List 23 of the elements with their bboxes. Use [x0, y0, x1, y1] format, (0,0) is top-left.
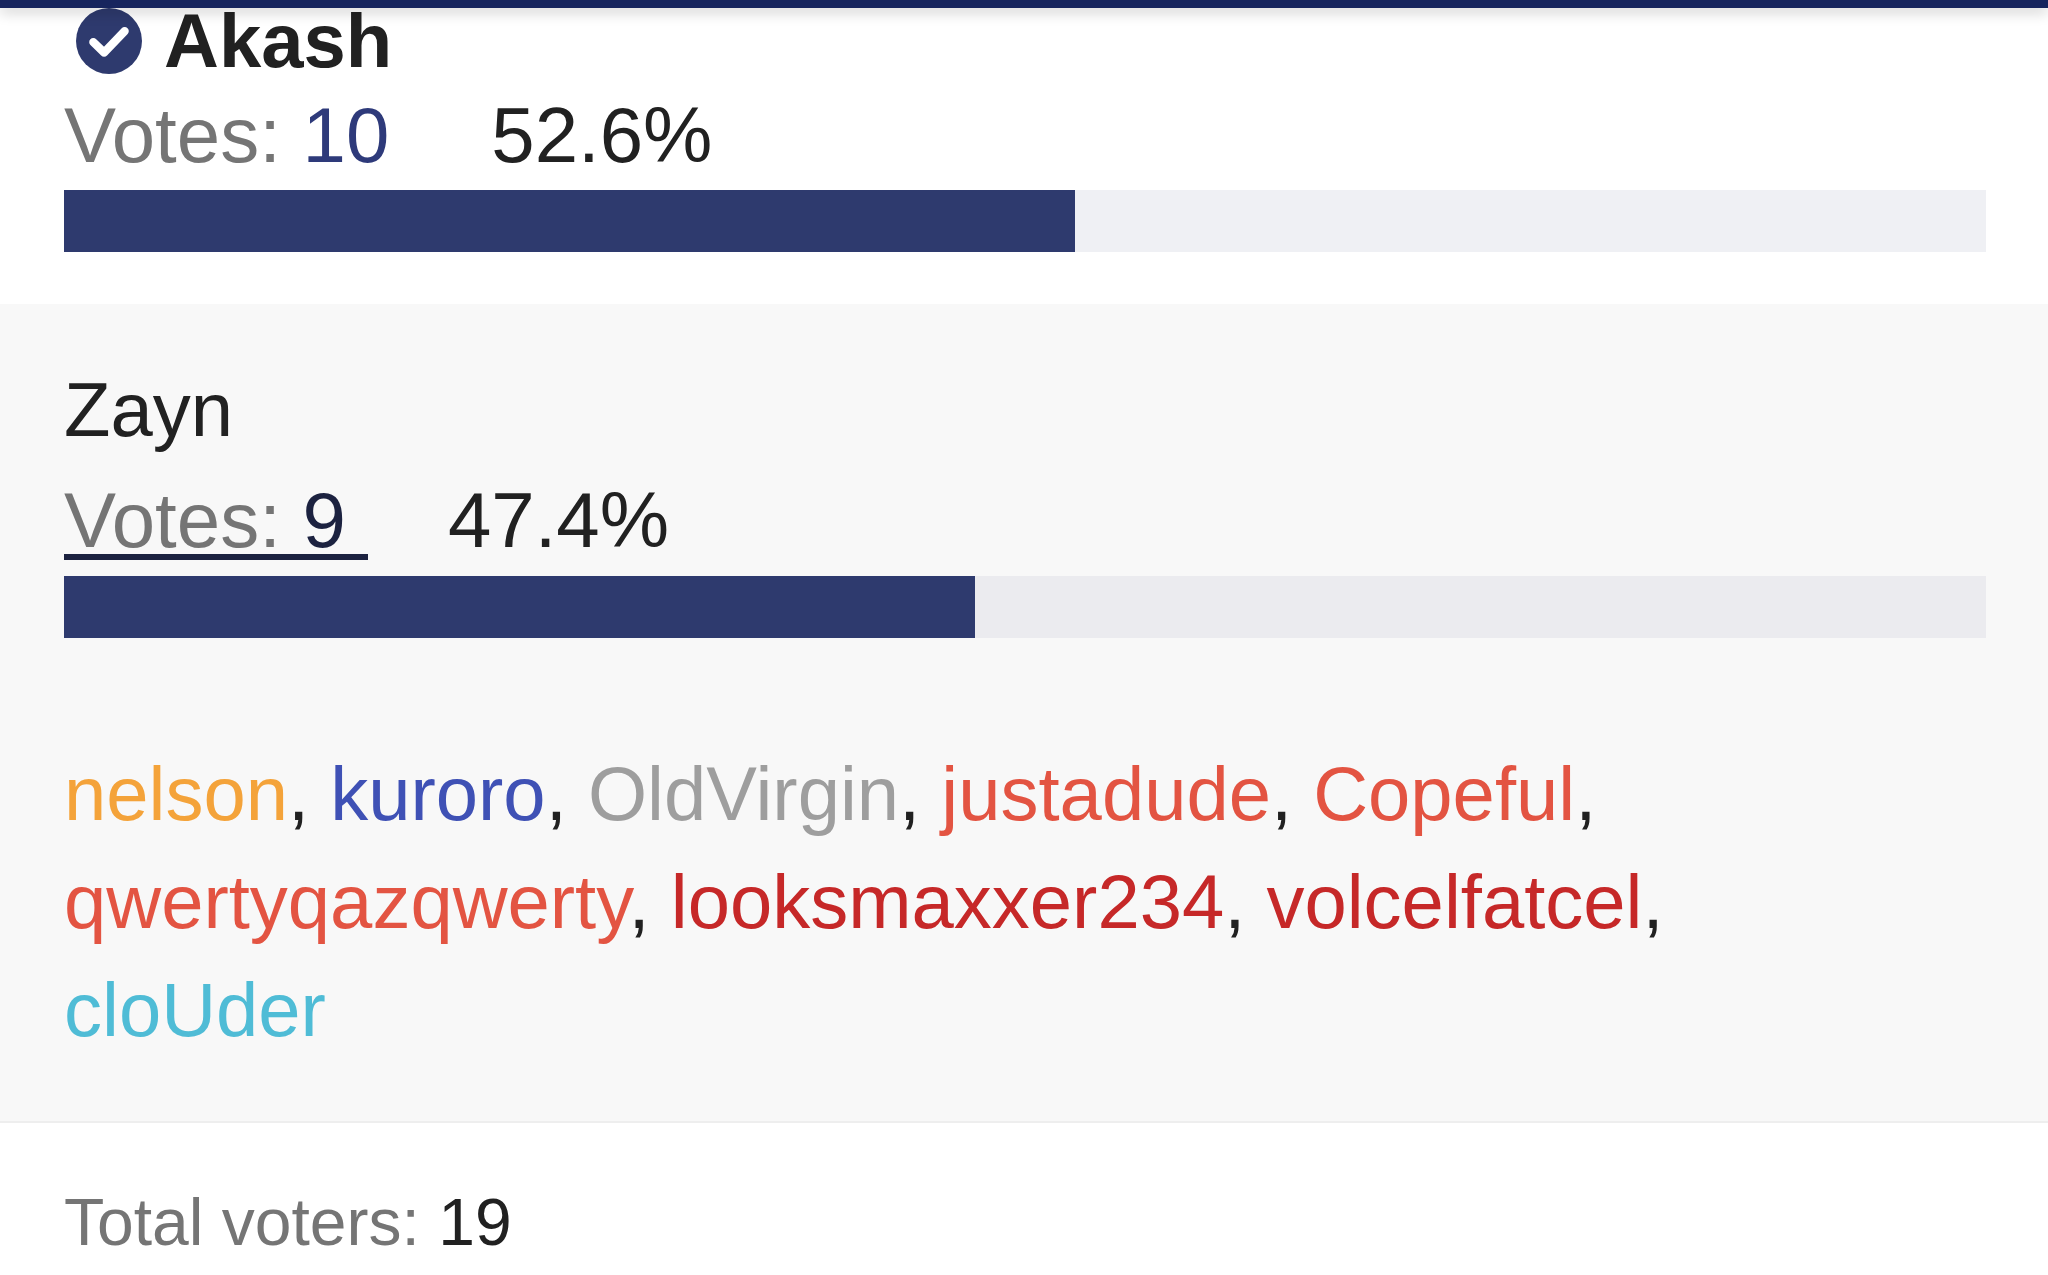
voter-name-link[interactable]: justadude: [941, 750, 1271, 836]
vote-percentage: 47.4%: [447, 487, 670, 554]
comma-separator: ,: [899, 750, 921, 836]
voter-name-link[interactable]: nelson: [64, 750, 288, 836]
comma-separator: ,: [545, 750, 567, 836]
voter-name-link[interactable]: qwertyqazqwerty: [64, 858, 629, 944]
voter-name-link[interactable]: cloUder: [64, 966, 326, 1052]
comma-separator: ,: [287, 750, 310, 836]
vote-percentage: 52.6%: [491, 102, 713, 169]
voter-name-link[interactable]: volcelfatcel: [1266, 858, 1643, 944]
total-voters-count: 19: [438, 1184, 512, 1259]
voter-name-link[interactable]: looksmaxxer234: [670, 858, 1225, 944]
voter-name-link[interactable]: Copeful: [1313, 750, 1576, 836]
comma-separator: ,: [1224, 858, 1246, 944]
votes-link[interactable]: Votes: 9: [64, 487, 368, 560]
comma-separator: ,: [1575, 750, 1597, 836]
voter-name-link[interactable]: OldVirgin: [587, 750, 900, 836]
votes-link[interactable]: Votes: 10: [64, 102, 412, 175]
comma-separator: ,: [1270, 750, 1293, 836]
total-voters-label: Total voters:: [64, 1184, 420, 1259]
option-name: Akash: [164, 10, 393, 72]
voter-name-link[interactable]: kuroro: [330, 750, 546, 836]
comma-separator: ,: [1642, 858, 1664, 944]
